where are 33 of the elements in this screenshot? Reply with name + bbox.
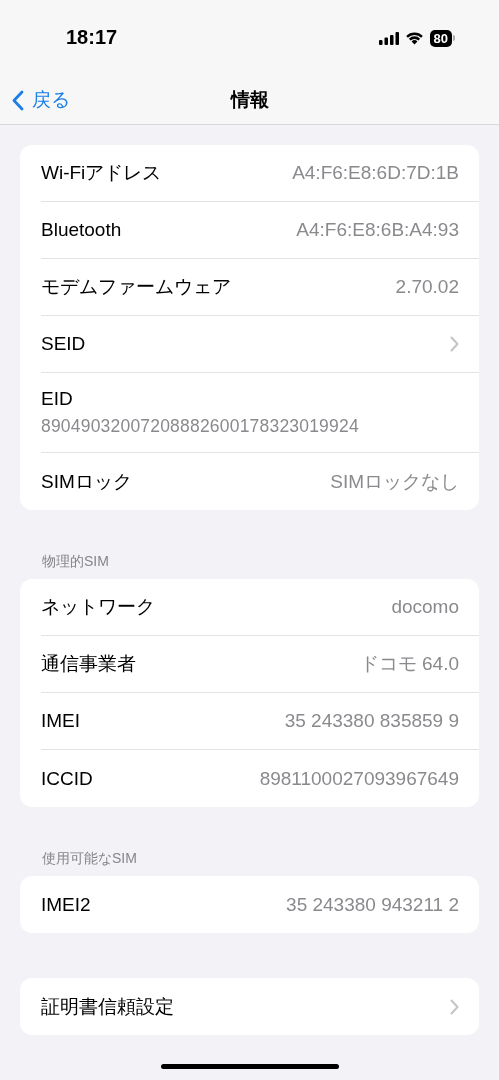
status-time: 18:17 [66,25,118,49]
row-label: 通信事業者 [41,652,136,676]
chevron-right-icon [450,336,459,352]
row-value: A4:F6:E8:6D:7D:1B [292,162,459,184]
row-label: ICCID [41,767,93,790]
battery-level: 80 [429,29,452,47]
back-button[interactable]: 戻る [0,87,70,113]
screen-title: 情報 [230,88,269,112]
chevron-right-icon [450,998,459,1015]
row-value: docomo [391,596,459,618]
back-chevron-icon [12,89,24,111]
row-label: IMEI [41,710,81,732]
section-header: 物理的SIM [41,552,110,571]
row-label: ネットワーク [41,595,155,619]
wifi-icon [404,31,424,45]
row-label: Wi-Fiアドレス [41,161,162,185]
row-value: ドコモ 64.0 [359,652,459,676]
row-label: EID [41,388,73,410]
row-label: Bluetooth [41,219,122,241]
settings-row[interactable]: SEID [41,316,479,373]
row-value: SIMロックなし [330,469,459,494]
signal-icon [378,31,399,45]
row-value: 35 243380 943211 2 [286,893,459,916]
row-value: 89049032007208882600178323019924 [41,416,359,437]
row-value: 2.70.02 [395,276,459,298]
row-label: SIMロック [41,469,132,494]
row-label: モデムファームウェア [41,275,231,299]
section-header: 使用可能なSIM [41,849,138,868]
row-value: 8981100027093967649 [259,767,459,790]
settings-row[interactable]: 証明書信頼設定 [41,978,479,1035]
row-label: IMEI2 [41,893,91,916]
row-value: A4:F6:E8:6B:A4:93 [296,219,459,241]
row-value: 35 243380 835859 9 [284,710,459,732]
